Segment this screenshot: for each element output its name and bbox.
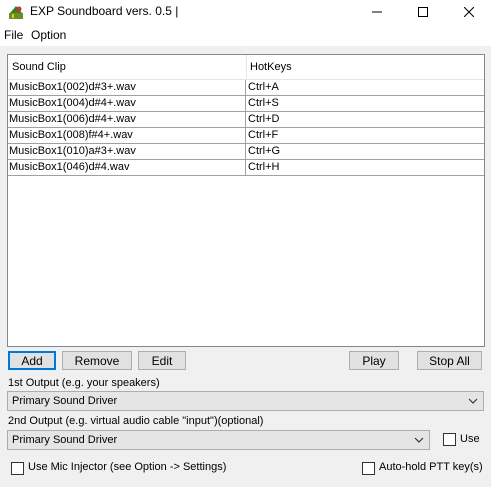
- cell-divider: [245, 80, 246, 95]
- list-item[interactable]: MusicBox1(002)d#3+.wav Ctrl+A: [8, 80, 484, 96]
- sound-clip-list[interactable]: Sound Clip HotKeys MusicBox1(002)d#3+.wa…: [7, 54, 485, 347]
- use-second-output-label: Use: [460, 433, 480, 445]
- chevron-down-icon: [468, 398, 478, 404]
- first-output-select[interactable]: Primary Sound Driver: [7, 391, 484, 411]
- list-item[interactable]: MusicBox1(010)a#3+.wav Ctrl+G: [8, 144, 484, 160]
- close-button[interactable]: [446, 0, 491, 24]
- second-output-label: 2nd Output (e.g. virtual audio cable "in…: [8, 415, 264, 427]
- menu-file[interactable]: File: [4, 28, 23, 42]
- soundboard-app-icon: [9, 6, 23, 19]
- first-output-value: Primary Sound Driver: [12, 395, 118, 407]
- hotkey-value: Ctrl+G: [248, 145, 281, 157]
- hotkey-value: Ctrl+A: [248, 81, 279, 93]
- menu-option[interactable]: Option: [31, 28, 66, 42]
- minimize-button[interactable]: [354, 0, 400, 24]
- use-second-output-checkbox[interactable]: [443, 433, 456, 446]
- edit-button[interactable]: Edit: [138, 351, 186, 370]
- cell-divider: [245, 96, 246, 111]
- remove-button[interactable]: Remove: [62, 351, 132, 370]
- sound-clip-name: MusicBox1(010)a#3+.wav: [9, 145, 136, 157]
- mic-injector-checkbox[interactable]: [11, 462, 24, 475]
- list-item[interactable]: MusicBox1(008)f#4+.wav Ctrl+F: [8, 128, 484, 144]
- sound-clip-name: MusicBox1(006)d#4+.wav: [9, 113, 136, 125]
- chevron-down-icon: [414, 437, 424, 443]
- list-header: Sound Clip HotKeys: [8, 55, 484, 80]
- close-icon: [464, 7, 474, 17]
- list-item[interactable]: MusicBox1(006)d#4+.wav Ctrl+D: [8, 112, 484, 128]
- second-output-value: Primary Sound Driver: [12, 434, 118, 446]
- auto-hold-ptt-label: Auto-hold PTT key(s): [379, 461, 483, 473]
- cell-divider: [245, 144, 246, 159]
- sound-clip-name: MusicBox1(046)d#4.wav: [9, 161, 130, 173]
- second-output-select[interactable]: Primary Sound Driver: [7, 430, 430, 450]
- stop-all-button[interactable]: Stop All: [417, 351, 482, 370]
- hotkey-value: Ctrl+H: [248, 161, 280, 173]
- list-item[interactable]: MusicBox1(004)d#4+.wav Ctrl+S: [8, 96, 484, 112]
- column-header-hotkeys[interactable]: HotKeys: [250, 61, 292, 73]
- first-output-label: 1st Output (e.g. your speakers): [8, 377, 160, 389]
- mic-injector-label: Use Mic Injector (see Option -> Settings…: [28, 461, 227, 473]
- hotkey-value: Ctrl+D: [248, 113, 280, 125]
- cell-divider: [245, 160, 246, 175]
- list-item[interactable]: MusicBox1(046)d#4.wav Ctrl+H: [8, 160, 484, 176]
- menu-bar: File Option: [0, 24, 491, 46]
- maximize-icon: [418, 7, 428, 17]
- sound-clip-name: MusicBox1(008)f#4+.wav: [9, 129, 133, 141]
- sound-clip-name: MusicBox1(004)d#4+.wav: [9, 97, 136, 109]
- play-button[interactable]: Play: [349, 351, 399, 370]
- column-divider[interactable]: [246, 55, 247, 79]
- column-header-sound-clip[interactable]: Sound Clip: [12, 61, 66, 73]
- minimize-icon: [372, 11, 382, 13]
- add-button[interactable]: Add: [8, 351, 56, 370]
- cell-divider: [245, 112, 246, 127]
- sound-clip-name: MusicBox1(002)d#3+.wav: [9, 81, 136, 93]
- auto-hold-ptt-checkbox[interactable]: [362, 462, 375, 475]
- hotkey-value: Ctrl+S: [248, 97, 279, 109]
- title-bar[interactable]: EXP Soundboard vers. 0.5 |: [0, 0, 491, 24]
- cell-divider: [245, 128, 246, 143]
- maximize-button[interactable]: [400, 0, 446, 24]
- window-title: EXP Soundboard vers. 0.5 |: [30, 4, 179, 18]
- hotkey-value: Ctrl+F: [248, 129, 279, 141]
